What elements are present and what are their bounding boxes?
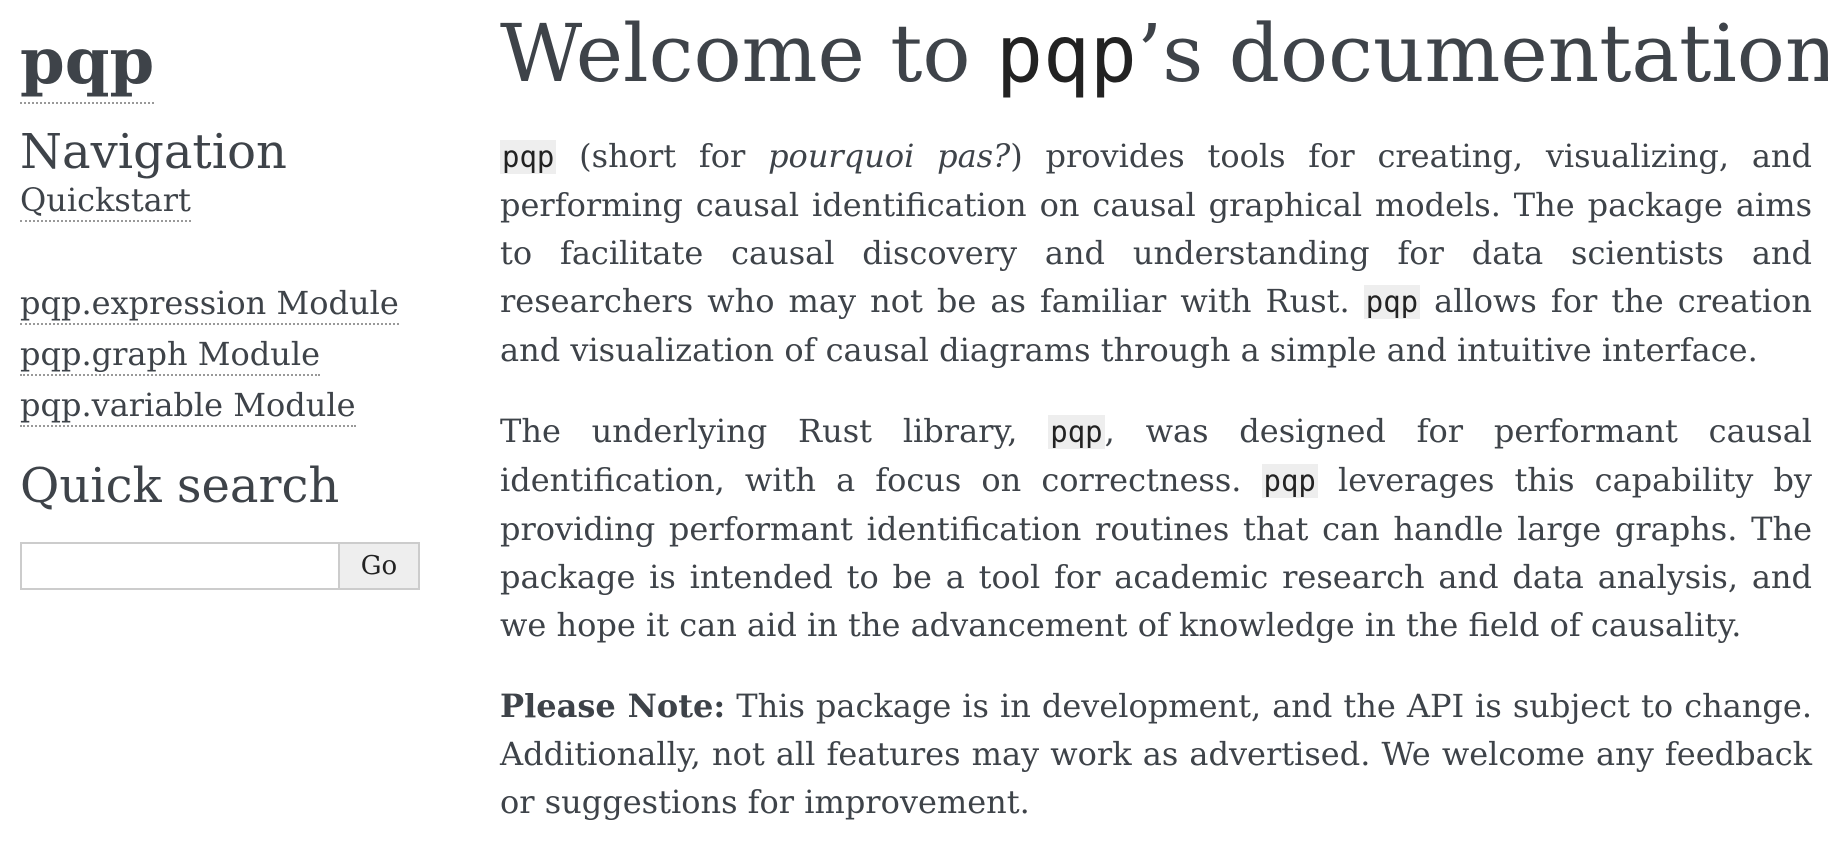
page-title-prefix: Welcome to — [500, 7, 996, 100]
quick-search-heading: Quick search — [20, 458, 340, 514]
intro-paragraph: pqp (short for pourquoi pas?) provides t… — [500, 132, 1812, 374]
note-label: Please Note: — [500, 687, 726, 725]
navigation-heading: Navigation — [20, 124, 287, 180]
logo-wrap: pqp — [20, 22, 155, 104]
paragraph-text: The underlying Rust library, — [500, 412, 1049, 450]
search-form: Go — [20, 542, 420, 590]
nav-link-expression-module[interactable]: pqp.expression Module — [20, 283, 399, 325]
nav-link-variable-module[interactable]: pqp.variable Module — [20, 385, 356, 427]
search-go-button[interactable]: Go — [338, 542, 420, 590]
library-paragraph: The underlying Rust library, pqp, was de… — [500, 407, 1812, 649]
search-input[interactable] — [20, 542, 340, 590]
inline-code: pqp — [1048, 415, 1105, 449]
page-title-code: pqp — [995, 10, 1137, 100]
note-paragraph: Please Note: This package is in developm… — [500, 682, 1812, 826]
logo-link[interactable]: pqp — [20, 22, 155, 104]
inline-code: pqp — [1261, 464, 1318, 498]
nav-link-graph-module[interactable]: pqp.graph Module — [20, 334, 321, 376]
nav-link-quickstart[interactable]: Quickstart — [20, 180, 191, 222]
inline-code: pqp — [1363, 285, 1421, 319]
page-title: Welcome to pqp’s documentation! — [500, 6, 1828, 103]
emphasis-text: pourquoi pas? — [768, 137, 1011, 175]
paragraph-text: (short for — [556, 137, 769, 175]
page-title-suffix: ’s documentation! — [1136, 7, 1828, 100]
inline-code: pqp — [500, 140, 557, 174]
